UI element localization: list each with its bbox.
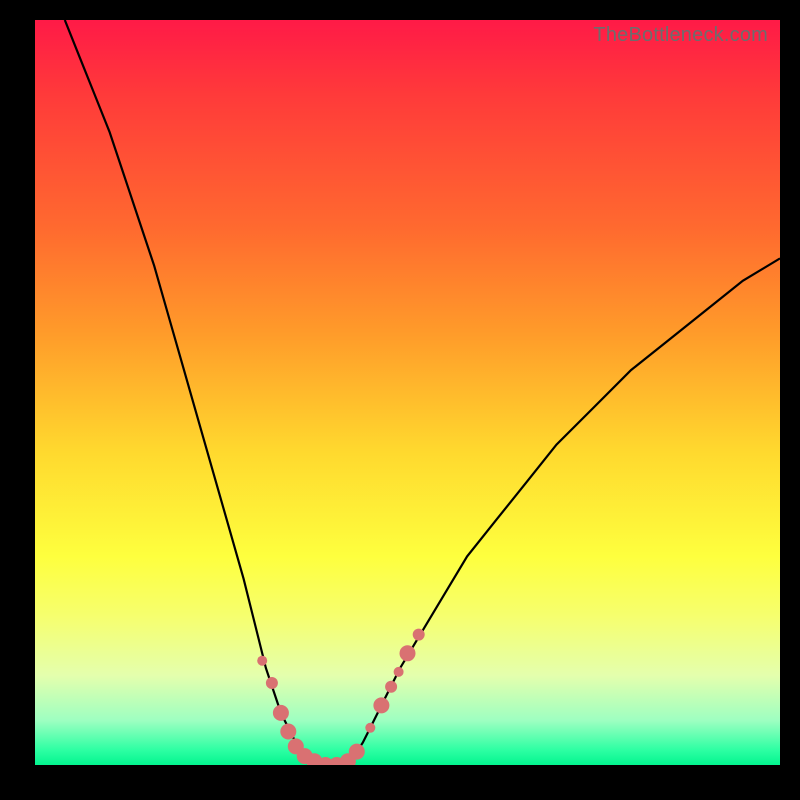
data-point — [394, 667, 404, 677]
data-point — [266, 677, 278, 689]
data-point — [365, 723, 375, 733]
data-point — [280, 724, 296, 740]
data-point — [349, 744, 365, 760]
chart-frame: TheBottleneck.com — [0, 0, 800, 800]
data-point — [400, 645, 416, 661]
data-point — [257, 656, 267, 666]
plot-area: TheBottleneck.com — [35, 20, 780, 765]
data-point — [273, 705, 289, 721]
watermark-text: TheBottleneck.com — [593, 24, 768, 47]
data-point — [413, 629, 425, 641]
data-point — [385, 681, 397, 693]
data-markers — [35, 20, 780, 765]
data-point — [373, 697, 389, 713]
